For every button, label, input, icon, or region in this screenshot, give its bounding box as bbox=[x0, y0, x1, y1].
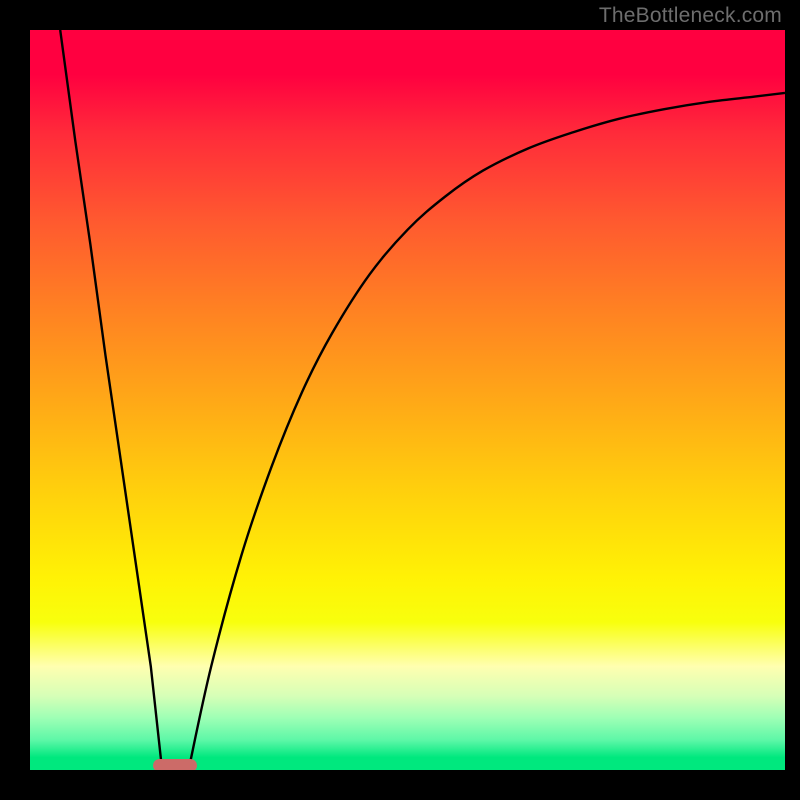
chart-frame: TheBottleneck.com bbox=[0, 0, 800, 800]
watermark-text: TheBottleneck.com bbox=[599, 4, 782, 28]
curve-left-branch bbox=[60, 30, 162, 770]
bottleneck-curve bbox=[30, 30, 785, 770]
plot-area bbox=[30, 30, 785, 770]
curve-right-branch bbox=[189, 93, 785, 770]
optimum-marker bbox=[153, 759, 197, 770]
